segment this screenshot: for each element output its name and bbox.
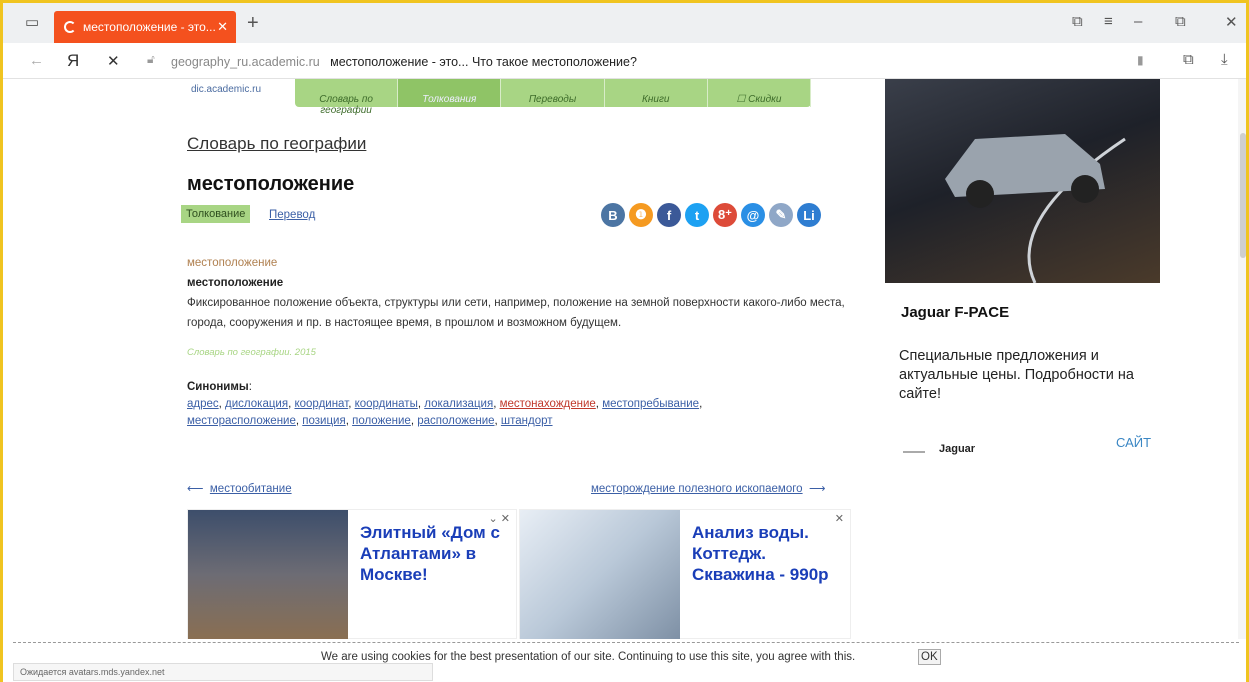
- site-logo[interactable]: dic.academic.ru: [191, 84, 261, 95]
- headword-bold: местоположение: [187, 277, 284, 289]
- next-article-label: месторождение полезного ископаемого: [591, 483, 803, 495]
- prev-article-label: местообитание: [209, 483, 292, 495]
- synonym-link[interactable]: дислокация: [225, 398, 288, 410]
- page-title: местоположение: [187, 173, 355, 195]
- mail-icon[interactable]: @: [741, 203, 765, 227]
- nav-translations[interactable]: Переводы: [501, 79, 605, 107]
- browser-window: ▭ местоположение - это... ✕ + ⧉ ≡ – ⧉ ✕ …: [0, 0, 1249, 682]
- synonym-link[interactable]: локализация: [424, 398, 493, 410]
- synonym-link[interactable]: позиция: [302, 415, 345, 427]
- synonym-link[interactable]: месторасположение: [187, 415, 296, 427]
- bookmarks-icon[interactable]: ⧉: [1072, 13, 1083, 30]
- next-article-link[interactable]: месторождение полезного ископаемого ⟶: [591, 481, 825, 495]
- liveinternet-icon[interactable]: Li: [797, 203, 821, 227]
- stop-icon[interactable]: ✕: [107, 52, 120, 70]
- yandex-logo-icon[interactable]: Я: [67, 51, 79, 71]
- ad-image-building: [188, 510, 348, 639]
- jaguar-logo-icon: [903, 445, 925, 453]
- menu-icon[interactable]: ≡: [1104, 13, 1113, 30]
- synonyms-block: Синонимы: адрес, дислокация, координат, …: [187, 381, 703, 427]
- synonym-link[interactable]: координаты: [355, 398, 418, 410]
- scrollbar-thumb[interactable]: [1240, 133, 1246, 258]
- address-bar: ← Я ✕ 🔓︎ geography_ru.academic.ru местоп…: [3, 43, 1246, 79]
- social-share-bar: B ❶ f t 8⁺ @ ✎ Li: [601, 203, 821, 227]
- tab-close-icon[interactable]: ✕: [217, 19, 228, 35]
- synonym-link[interactable]: местонахождение: [500, 398, 596, 410]
- twitter-icon[interactable]: t: [685, 203, 709, 227]
- synonym-link[interactable]: местопребывание: [602, 398, 699, 410]
- article: местоположение местоположение Фиксирован…: [187, 253, 857, 333]
- definition-text: Фиксированное положение объекта, структу…: [187, 297, 845, 329]
- browser-tab-active[interactable]: местоположение - это... ✕: [54, 11, 236, 43]
- tab-title: местоположение - это...: [83, 20, 216, 34]
- url-title: местоположение - это... Что такое местоп…: [330, 55, 637, 69]
- back-icon[interactable]: ←: [29, 52, 44, 69]
- status-bar: Ожидается avatars.mds.yandex.net: [13, 663, 433, 681]
- cookie-ok-button[interactable]: OK: [918, 649, 941, 665]
- livejournal-icon[interactable]: ✎: [769, 203, 793, 227]
- facebook-icon[interactable]: f: [657, 203, 681, 227]
- sidebar-ad-cta[interactable]: САЙТ: [1116, 435, 1151, 450]
- nav-dictionary[interactable]: Словарь по географии: [295, 79, 399, 116]
- synonym-link[interactable]: адрес: [187, 398, 219, 410]
- source-note: Словарь по географии. 2015: [187, 347, 316, 358]
- vk-icon[interactable]: B: [601, 203, 625, 227]
- tab-translation[interactable]: Перевод: [269, 209, 315, 221]
- synonym-link[interactable]: координат: [294, 398, 348, 410]
- dictionary-title-link[interactable]: Словарь по географии: [187, 134, 366, 154]
- ad-card-2[interactable]: Анализ воды. Коттедж. Скважина - 990р ✕: [519, 509, 851, 639]
- nav-discounts[interactable]: ☐ Скидки: [708, 79, 812, 107]
- new-tab-button[interactable]: +: [247, 12, 259, 35]
- sidebar-ad-desc: Специальные предложения и актуальные цен…: [899, 348, 1134, 402]
- bookmark-flag-icon[interactable]: ▮: [1137, 53, 1144, 67]
- googleplus-icon[interactable]: 8⁺: [713, 203, 737, 227]
- ad-close-icon[interactable]: ⌄ ✕: [489, 512, 511, 525]
- odnoklassniki-icon[interactable]: ❶: [629, 203, 653, 227]
- protect-icon[interactable]: ⧉: [1183, 51, 1194, 68]
- tabs-panel-icon[interactable]: ▭: [25, 13, 39, 31]
- site-nav: Словарь по географии Толкования Переводы…: [295, 79, 812, 116]
- synonym-link[interactable]: штандорт: [501, 415, 553, 427]
- car-illustration: [945, 134, 1126, 284]
- car-ad-image[interactable]: [885, 79, 1160, 284]
- window-close-icon[interactable]: ✕: [1225, 13, 1238, 31]
- ad-card-1[interactable]: Элитный «Дом с Атлантами» в Москве! ⌄ ✕: [187, 509, 517, 639]
- ad-text: Анализ воды. Коттедж. Скважина - 990р: [692, 523, 829, 584]
- url-domain: geography_ru.academic.ru: [171, 55, 320, 69]
- ad-close-icon[interactable]: ✕: [835, 512, 844, 525]
- nav-books[interactable]: Книги: [605, 79, 708, 107]
- ad-image-lab: [520, 510, 680, 639]
- nav-interpretations[interactable]: Толкования: [398, 79, 502, 107]
- title-bar: ▭ местоположение - это... ✕ + ⧉ ≡ – ⧉ ✕: [3, 3, 1246, 43]
- sidebar-ad-brand: Jaguar: [939, 443, 976, 455]
- url-field[interactable]: geography_ru.academic.ru местоположение …: [171, 55, 637, 69]
- download-icon[interactable]: ⤓: [1221, 51, 1228, 68]
- synonyms-label: Синонимы: [187, 381, 249, 393]
- synonyms-list: адрес, дислокация, координат, координаты…: [187, 398, 703, 427]
- loading-spinner-icon: [64, 21, 76, 33]
- tab-interpretation[interactable]: Толкование: [181, 205, 251, 223]
- cookie-text: We are using cookies for the best presen…: [321, 651, 856, 663]
- minimize-icon[interactable]: –: [1134, 13, 1142, 30]
- page-content: dic.academic.ru Словарь по географии Тол…: [3, 79, 1238, 639]
- headword-small: местоположение: [187, 257, 278, 269]
- restore-icon[interactable]: ⧉: [1175, 13, 1186, 30]
- ad-text: Элитный «Дом с Атлантами» в Москве!: [360, 523, 500, 584]
- sidebar-ad-title[interactable]: Jaguar F-PACE: [901, 304, 1009, 321]
- prev-article-link[interactable]: ⟵ местообитание: [187, 481, 292, 495]
- synonym-link[interactable]: расположение: [417, 415, 494, 427]
- synonym-link[interactable]: положение: [352, 415, 411, 427]
- lock-icon[interactable]: 🔓︎: [147, 52, 155, 67]
